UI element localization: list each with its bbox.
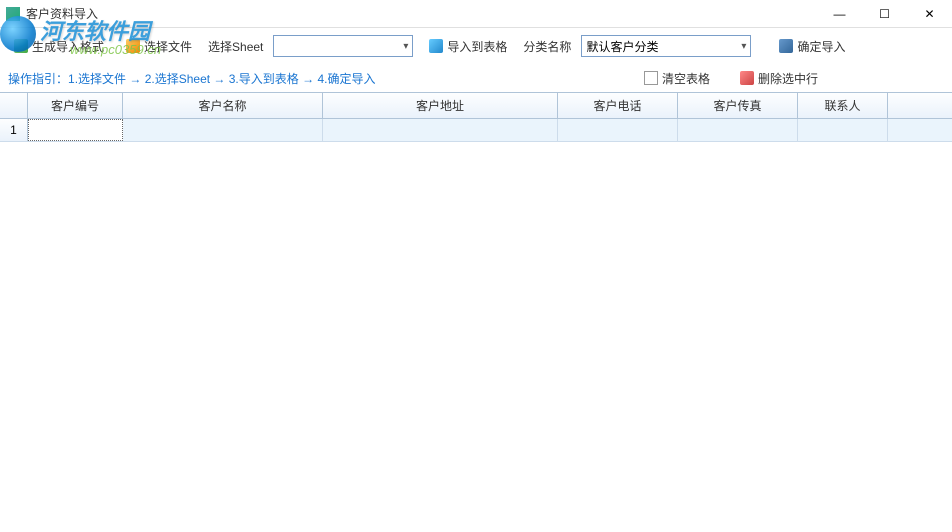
cell-addr[interactable] [323, 119, 558, 141]
window-title: 客户资料导入 [26, 5, 817, 22]
hint-step4: 4.确定导入 [317, 72, 375, 86]
choose-file-label: 选择文件 [144, 38, 192, 55]
hint-actions: 清空表格 删除选中行 [638, 67, 824, 90]
generate-icon [14, 39, 28, 53]
maximize-button[interactable]: ☐ [862, 0, 907, 28]
col-header-phone[interactable]: 客户电话 [558, 93, 678, 118]
hint-step3: 3.导入到表格 [229, 72, 299, 86]
col-header-fax[interactable]: 客户传真 [678, 93, 798, 118]
minimize-button[interactable]: — [817, 0, 862, 28]
cell-id[interactable] [28, 119, 123, 141]
app-icon [6, 7, 20, 21]
col-header-contact[interactable]: 联系人 [798, 93, 888, 118]
generate-format-button[interactable]: 生成导入格式 [8, 35, 110, 58]
save-icon [779, 39, 793, 53]
row-number[interactable]: 1 [0, 119, 28, 141]
chevron-down-icon: ▾ [741, 41, 746, 52]
col-header-addr[interactable]: 客户地址 [323, 93, 558, 118]
cell-fax[interactable] [678, 119, 798, 141]
hint-prefix: 操作指引： [8, 72, 68, 86]
toolbar: 生成导入格式 选择文件 选择Sheet ▾ 导入到表格 分类名称 默认客户分类 … [0, 28, 952, 64]
hint-arrow2: → [210, 72, 229, 86]
sheet-combobox[interactable]: ▾ [273, 35, 413, 57]
col-header-id[interactable]: 客户编号 [28, 93, 123, 118]
cell-name[interactable] [123, 119, 323, 141]
folder-icon [126, 39, 140, 53]
hint-arrow3: → [299, 72, 318, 86]
cell-contact[interactable] [798, 119, 888, 141]
titlebar: 客户资料导入 — ☐ ✕ [0, 0, 952, 28]
delete-icon [740, 71, 754, 85]
page-icon [644, 71, 658, 85]
confirm-import-button[interactable]: 确定导入 [773, 35, 851, 58]
choose-sheet-label: 选择Sheet [208, 38, 263, 55]
delete-row-button[interactable]: 删除选中行 [734, 67, 824, 90]
operation-hint: 操作指引：1.选择文件 → 2.选择Sheet → 3.导入到表格 → 4.确定… [8, 70, 375, 87]
category-combobox[interactable]: 默认客户分类 ▾ [581, 35, 751, 57]
chevron-down-icon: ▾ [403, 41, 408, 52]
import-to-grid-label: 导入到表格 [447, 38, 507, 55]
window-controls: — ☐ ✕ [817, 0, 952, 28]
clear-grid-label: 清空表格 [662, 70, 710, 87]
row-header-corner [0, 93, 28, 118]
table-row[interactable]: 1 [0, 119, 952, 142]
import-icon [429, 39, 443, 53]
generate-format-label: 生成导入格式 [32, 38, 104, 55]
hint-step1: 1.选择文件 [68, 72, 126, 86]
data-grid[interactable]: 客户编号 客户名称 客户地址 客户电话 客户传真 联系人 1 [0, 92, 952, 142]
clear-grid-button[interactable]: 清空表格 [638, 67, 716, 90]
delete-row-label: 删除选中行 [758, 70, 818, 87]
category-value: 默认客户分类 [586, 38, 658, 55]
grid-header: 客户编号 客户名称 客户地址 客户电话 客户传真 联系人 [0, 93, 952, 119]
hintbar: 操作指引：1.选择文件 → 2.选择Sheet → 3.导入到表格 → 4.确定… [0, 64, 952, 92]
hint-step2: 2.选择Sheet [145, 72, 210, 86]
close-button[interactable]: ✕ [907, 0, 952, 28]
hint-arrow1: → [126, 72, 145, 86]
col-header-name[interactable]: 客户名称 [123, 93, 323, 118]
category-label: 分类名称 [523, 38, 571, 55]
confirm-import-label: 确定导入 [797, 38, 845, 55]
choose-file-button[interactable]: 选择文件 [120, 35, 198, 58]
import-to-grid-button[interactable]: 导入到表格 [423, 35, 513, 58]
cell-phone[interactable] [558, 119, 678, 141]
